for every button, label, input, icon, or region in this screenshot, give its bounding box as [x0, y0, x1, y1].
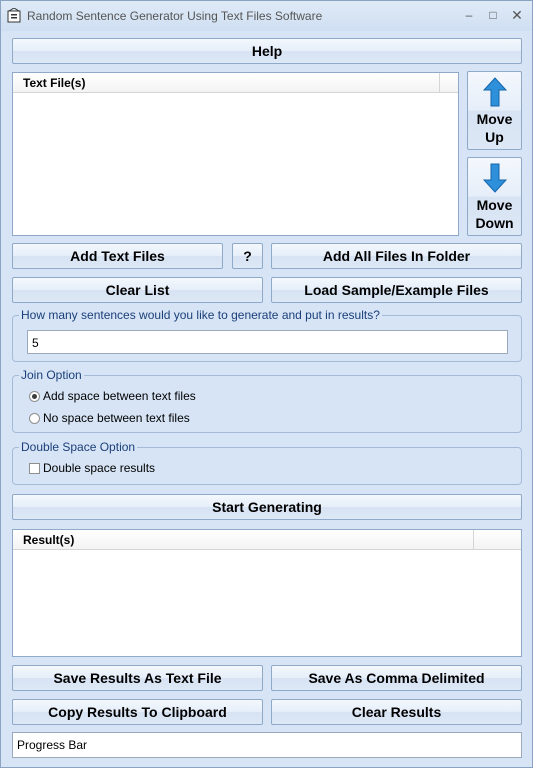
- add-text-files-button[interactable]: Add Text Files: [12, 243, 223, 269]
- sentences-count-legend: How many sentences would you like to gen…: [19, 308, 382, 322]
- text-files-list[interactable]: Text File(s): [12, 72, 459, 236]
- close-button[interactable]: ✕: [507, 7, 527, 23]
- arrow-up-icon: [483, 77, 507, 107]
- app-window: Random Sentence Generator Using Text Fil…: [0, 0, 533, 768]
- radio-selected-dot: [32, 394, 37, 399]
- move-down-label: Move Down: [475, 197, 514, 231]
- clear-results-button[interactable]: Clear Results: [271, 699, 522, 725]
- add-space-label[interactable]: Add space between text files: [43, 389, 196, 403]
- results-list-header: Result(s): [13, 530, 521, 550]
- double-space-option-legend: Double Space Option: [19, 440, 138, 454]
- results-column-header: Result(s): [23, 533, 75, 547]
- app-icon: [7, 8, 21, 23]
- maximize-button[interactable]: □: [483, 7, 503, 23]
- add-all-files-in-folder-button[interactable]: Add All Files In Folder: [271, 243, 522, 269]
- text-files-list-header: Text File(s): [13, 73, 458, 93]
- double-space-checkbox[interactable]: [29, 463, 40, 474]
- arrow-down-icon: [483, 163, 507, 193]
- move-up-button[interactable]: Move Up: [467, 71, 522, 150]
- no-space-radio[interactable]: [29, 413, 40, 424]
- question-button[interactable]: ?: [232, 243, 263, 269]
- load-sample-files-button[interactable]: Load Sample/Example Files: [271, 277, 522, 303]
- move-down-button[interactable]: Move Down: [467, 157, 522, 236]
- title-bar[interactable]: Random Sentence Generator Using Text Fil…: [1, 1, 532, 31]
- clear-list-button[interactable]: Clear List: [12, 277, 263, 303]
- help-button[interactable]: Help: [12, 38, 522, 64]
- results-list[interactable]: Result(s): [12, 529, 522, 657]
- text-files-column-header: Text File(s): [23, 76, 86, 90]
- save-comma-delimited-button[interactable]: Save As Comma Delimited: [271, 665, 522, 691]
- progress-bar: Progress Bar: [12, 732, 522, 758]
- join-option-legend: Join Option: [19, 368, 84, 382]
- join-option-group: Join Option Add space between text files…: [12, 368, 522, 433]
- sentences-count-group: How many sentences would you like to gen…: [12, 308, 522, 362]
- minimize-button[interactable]: –: [459, 7, 479, 23]
- add-space-radio[interactable]: [29, 391, 40, 402]
- double-space-label[interactable]: Double space results: [43, 461, 155, 475]
- start-generating-button[interactable]: Start Generating: [12, 494, 522, 520]
- double-space-option-group: Double Space Option Double space results: [12, 440, 522, 485]
- no-space-label[interactable]: No space between text files: [43, 411, 190, 425]
- column-divider: [439, 73, 440, 92]
- column-divider: [473, 530, 474, 549]
- window-title: Random Sentence Generator Using Text Fil…: [27, 9, 323, 23]
- sentences-count-input[interactable]: 5: [27, 330, 508, 354]
- copy-to-clipboard-button[interactable]: Copy Results To Clipboard: [12, 699, 263, 725]
- save-results-text-file-button[interactable]: Save Results As Text File: [12, 665, 263, 691]
- move-up-label: Move Up: [476, 111, 513, 145]
